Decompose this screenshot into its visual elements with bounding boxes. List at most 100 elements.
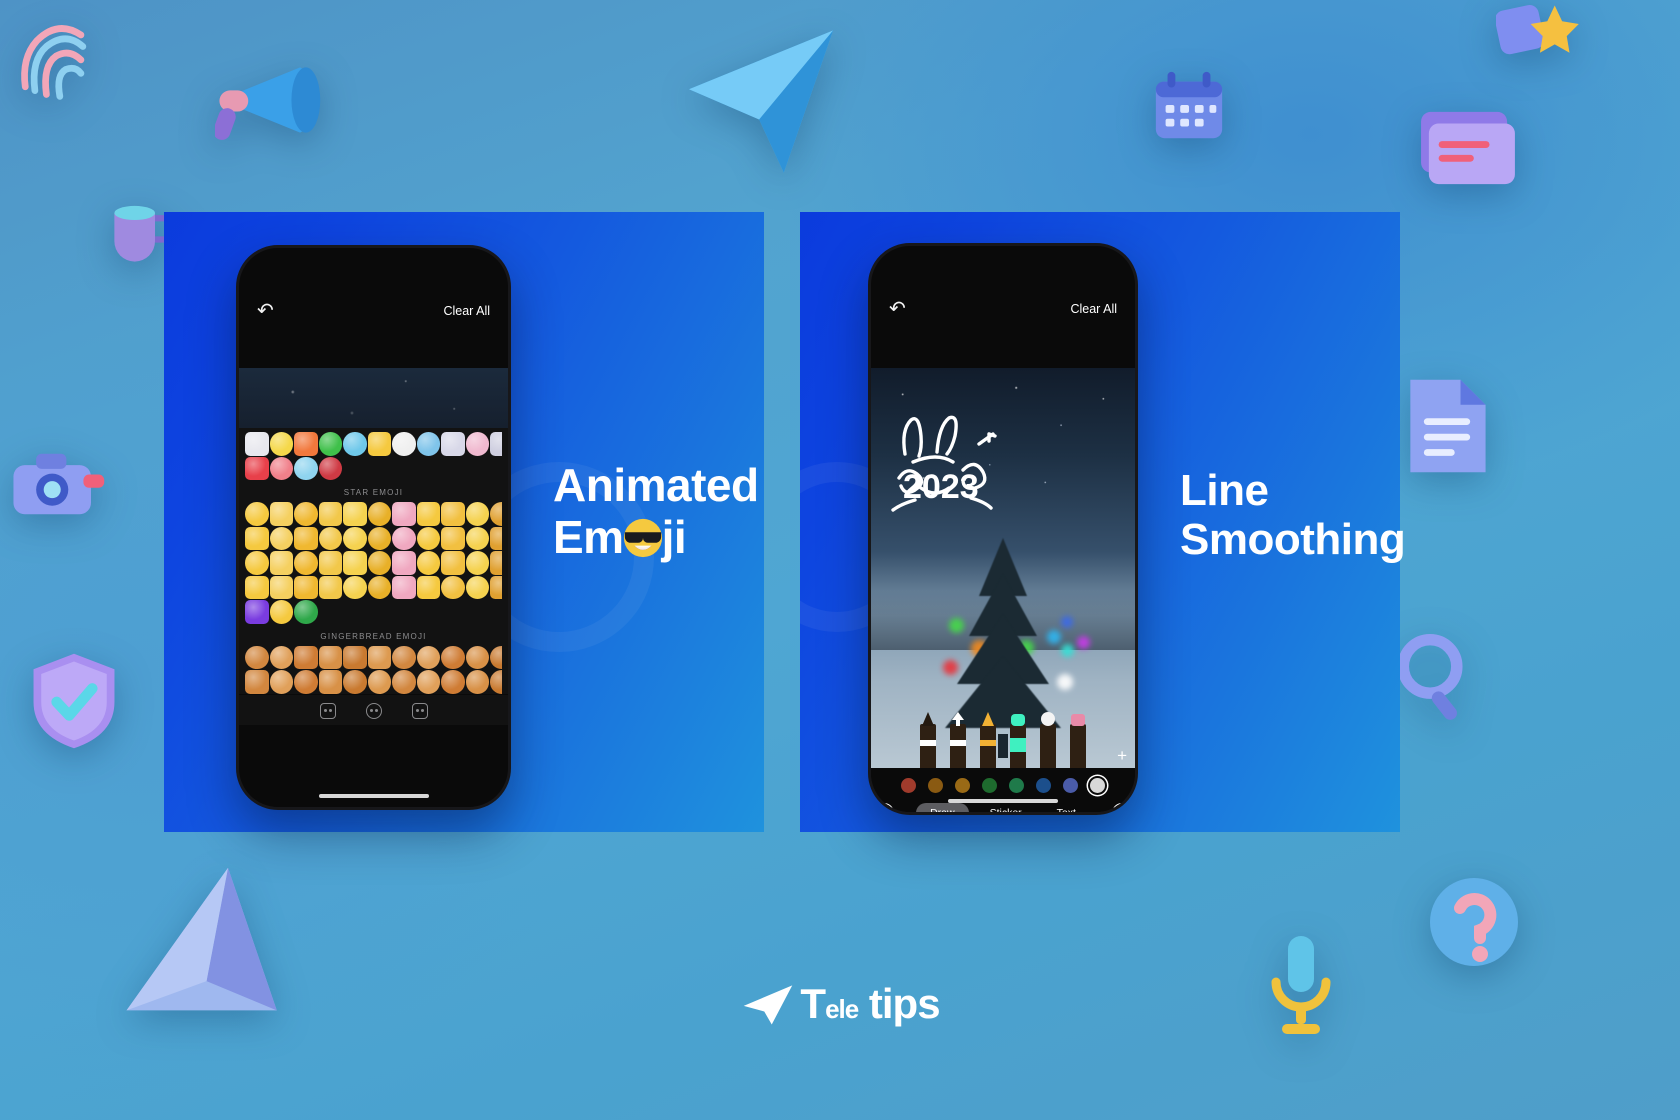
emoji-tile[interactable] [466,576,490,600]
color-swatch[interactable] [1009,778,1024,793]
emoji-tile[interactable] [270,502,294,526]
emoji-tile[interactable] [319,502,343,526]
emoji-tile[interactable] [294,457,318,481]
emoji-tile[interactable] [245,646,269,670]
emoji-row[interactable] [245,502,502,526]
emoji-tile[interactable] [319,527,343,551]
emoji-picker-panel[interactable]: STAR EMOJI GINGERBREAD EMOJI [239,428,508,694]
emoji-row[interactable] [245,600,502,624]
emoji-tile[interactable] [368,646,392,670]
emoji-tile[interactable] [368,527,392,551]
emoji-row[interactable] [245,576,502,600]
emoji-row[interactable] [245,527,502,551]
emoji-tile[interactable] [368,432,392,456]
emoji-tile[interactable] [294,551,318,575]
brush-selector[interactable] [871,716,1135,768]
color-swatch[interactable] [1036,778,1051,793]
emoji-tile[interactable] [392,432,416,456]
clear-all-button[interactable]: Clear All [443,304,490,318]
emoji-row[interactable] [245,457,502,481]
emoji-tile[interactable] [270,670,294,694]
emoji-tile[interactable] [392,502,416,526]
emoji-tile[interactable] [270,432,294,456]
emoji-tile[interactable] [294,432,318,456]
emoji-tile[interactable] [343,576,367,600]
emoji-tile[interactable] [343,527,367,551]
eraser-brush[interactable] [1040,724,1056,768]
emoji-tile[interactable] [466,646,490,670]
emoji-tile[interactable] [490,576,502,600]
color-swatch[interactable] [1063,778,1078,793]
sticker-tab-icon[interactable] [320,703,336,719]
emoji-tile[interactable] [319,576,343,600]
emoji-tab-icon[interactable] [366,703,382,719]
emoji-tile[interactable] [441,551,465,575]
emoji-tile[interactable] [490,670,502,694]
emoji-tile[interactable] [466,670,490,694]
color-swatch[interactable] [901,778,916,793]
emoji-tile[interactable] [343,551,367,575]
emoji-tile[interactable] [392,551,416,575]
emoji-tile[interactable] [343,670,367,694]
emoji-tile[interactable] [441,576,465,600]
emoji-tile[interactable] [441,527,465,551]
mode-button-draw[interactable]: Draw [916,803,969,815]
emoji-tile[interactable] [368,551,392,575]
mask-tab-icon[interactable] [412,703,428,719]
emoji-tile[interactable] [294,527,318,551]
emoji-tile[interactable] [490,432,502,456]
blur-brush[interactable] [1070,724,1086,768]
color-swatch[interactable] [955,778,970,793]
emoji-tile[interactable] [294,600,318,624]
emoji-tile[interactable] [245,551,269,575]
emoji-tile[interactable] [319,551,343,575]
emoji-tile[interactable] [417,502,441,526]
emoji-tile[interactable] [466,502,490,526]
emoji-tile[interactable] [417,432,441,456]
undo-arrow-icon[interactable]: ↶ [889,299,906,319]
emoji-tile[interactable] [343,646,367,670]
emoji-tile[interactable] [392,576,416,600]
add-brush-button[interactable]: + [1117,747,1127,764]
emoji-tile[interactable] [294,646,318,670]
emoji-tile[interactable] [270,527,294,551]
emoji-tile[interactable] [319,457,343,481]
photo-canvas[interactable] [239,368,508,428]
emoji-tile[interactable] [294,502,318,526]
emoji-tile[interactable] [319,670,343,694]
emoji-tile[interactable] [245,527,269,551]
emoji-tile[interactable] [245,600,269,624]
emoji-tile[interactable] [490,646,502,670]
undo-arrow-icon[interactable]: ↶ [257,301,274,321]
pen-brush[interactable] [920,724,936,768]
emoji-tile[interactable] [417,551,441,575]
emoji-tile[interactable] [270,457,294,481]
emoji-tile[interactable] [245,432,269,456]
emoji-tile[interactable] [343,432,367,456]
color-palette[interactable] [871,768,1135,799]
emoji-row[interactable] [245,432,502,456]
emoji-tile[interactable] [368,576,392,600]
arrow-brush[interactable] [950,724,966,768]
emoji-tile[interactable] [392,527,416,551]
mode-button-sticker[interactable]: Sticker [976,803,1036,815]
emoji-tile[interactable] [490,502,502,526]
emoji-tile[interactable] [392,646,416,670]
emoji-tile[interactable] [417,670,441,694]
color-swatch[interactable] [1090,778,1105,793]
emoji-row[interactable] [245,646,502,670]
emoji-tile[interactable] [490,527,502,551]
emoji-tile[interactable] [441,646,465,670]
neon-brush[interactable] [1010,724,1026,768]
mode-button-text[interactable]: Text [1043,803,1090,815]
photo-canvas[interactable]: 2023 + [871,368,1135,768]
color-swatch[interactable] [928,778,943,793]
emoji-tile[interactable] [270,576,294,600]
emoji-tile[interactable] [245,576,269,600]
emoji-tile[interactable] [319,432,343,456]
emoji-tile[interactable] [417,646,441,670]
emoji-tile[interactable] [392,670,416,694]
emoji-tile[interactable] [270,646,294,670]
emoji-tile[interactable] [368,670,392,694]
emoji-row[interactable] [245,670,502,694]
